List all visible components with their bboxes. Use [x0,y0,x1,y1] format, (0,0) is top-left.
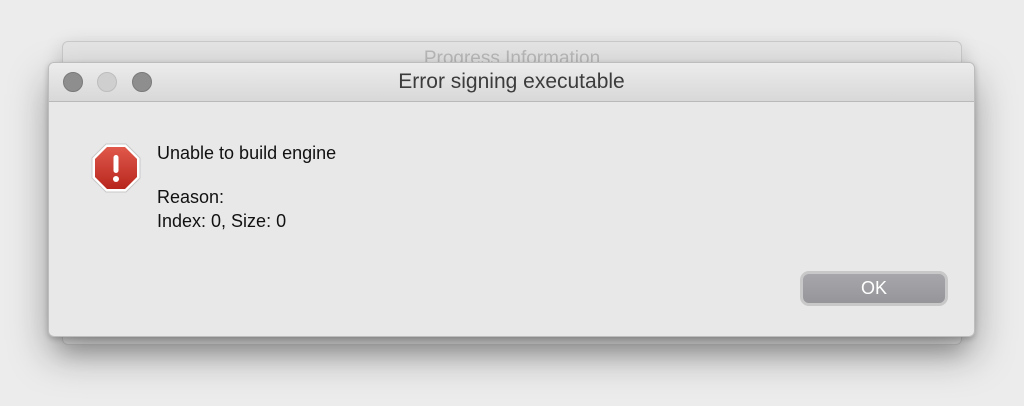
reason-label: Reason: [157,187,225,207]
error-message: Unable to build engine Reason: Index: 0,… [157,141,336,233]
error-octagon-icon [91,143,141,193]
ok-button[interactable]: OK [800,271,948,306]
error-dialog: Error signing executable Unable to build… [48,62,975,337]
error-heading: Unable to build engine [157,143,337,163]
screen: Progress Information Error signing execu… [0,0,1024,406]
dialog-title: Error signing executable [398,70,625,93]
reason-detail: Index: 0, Size: 0 [157,211,287,231]
dialog-titlebar[interactable]: Error signing executable [49,63,974,102]
